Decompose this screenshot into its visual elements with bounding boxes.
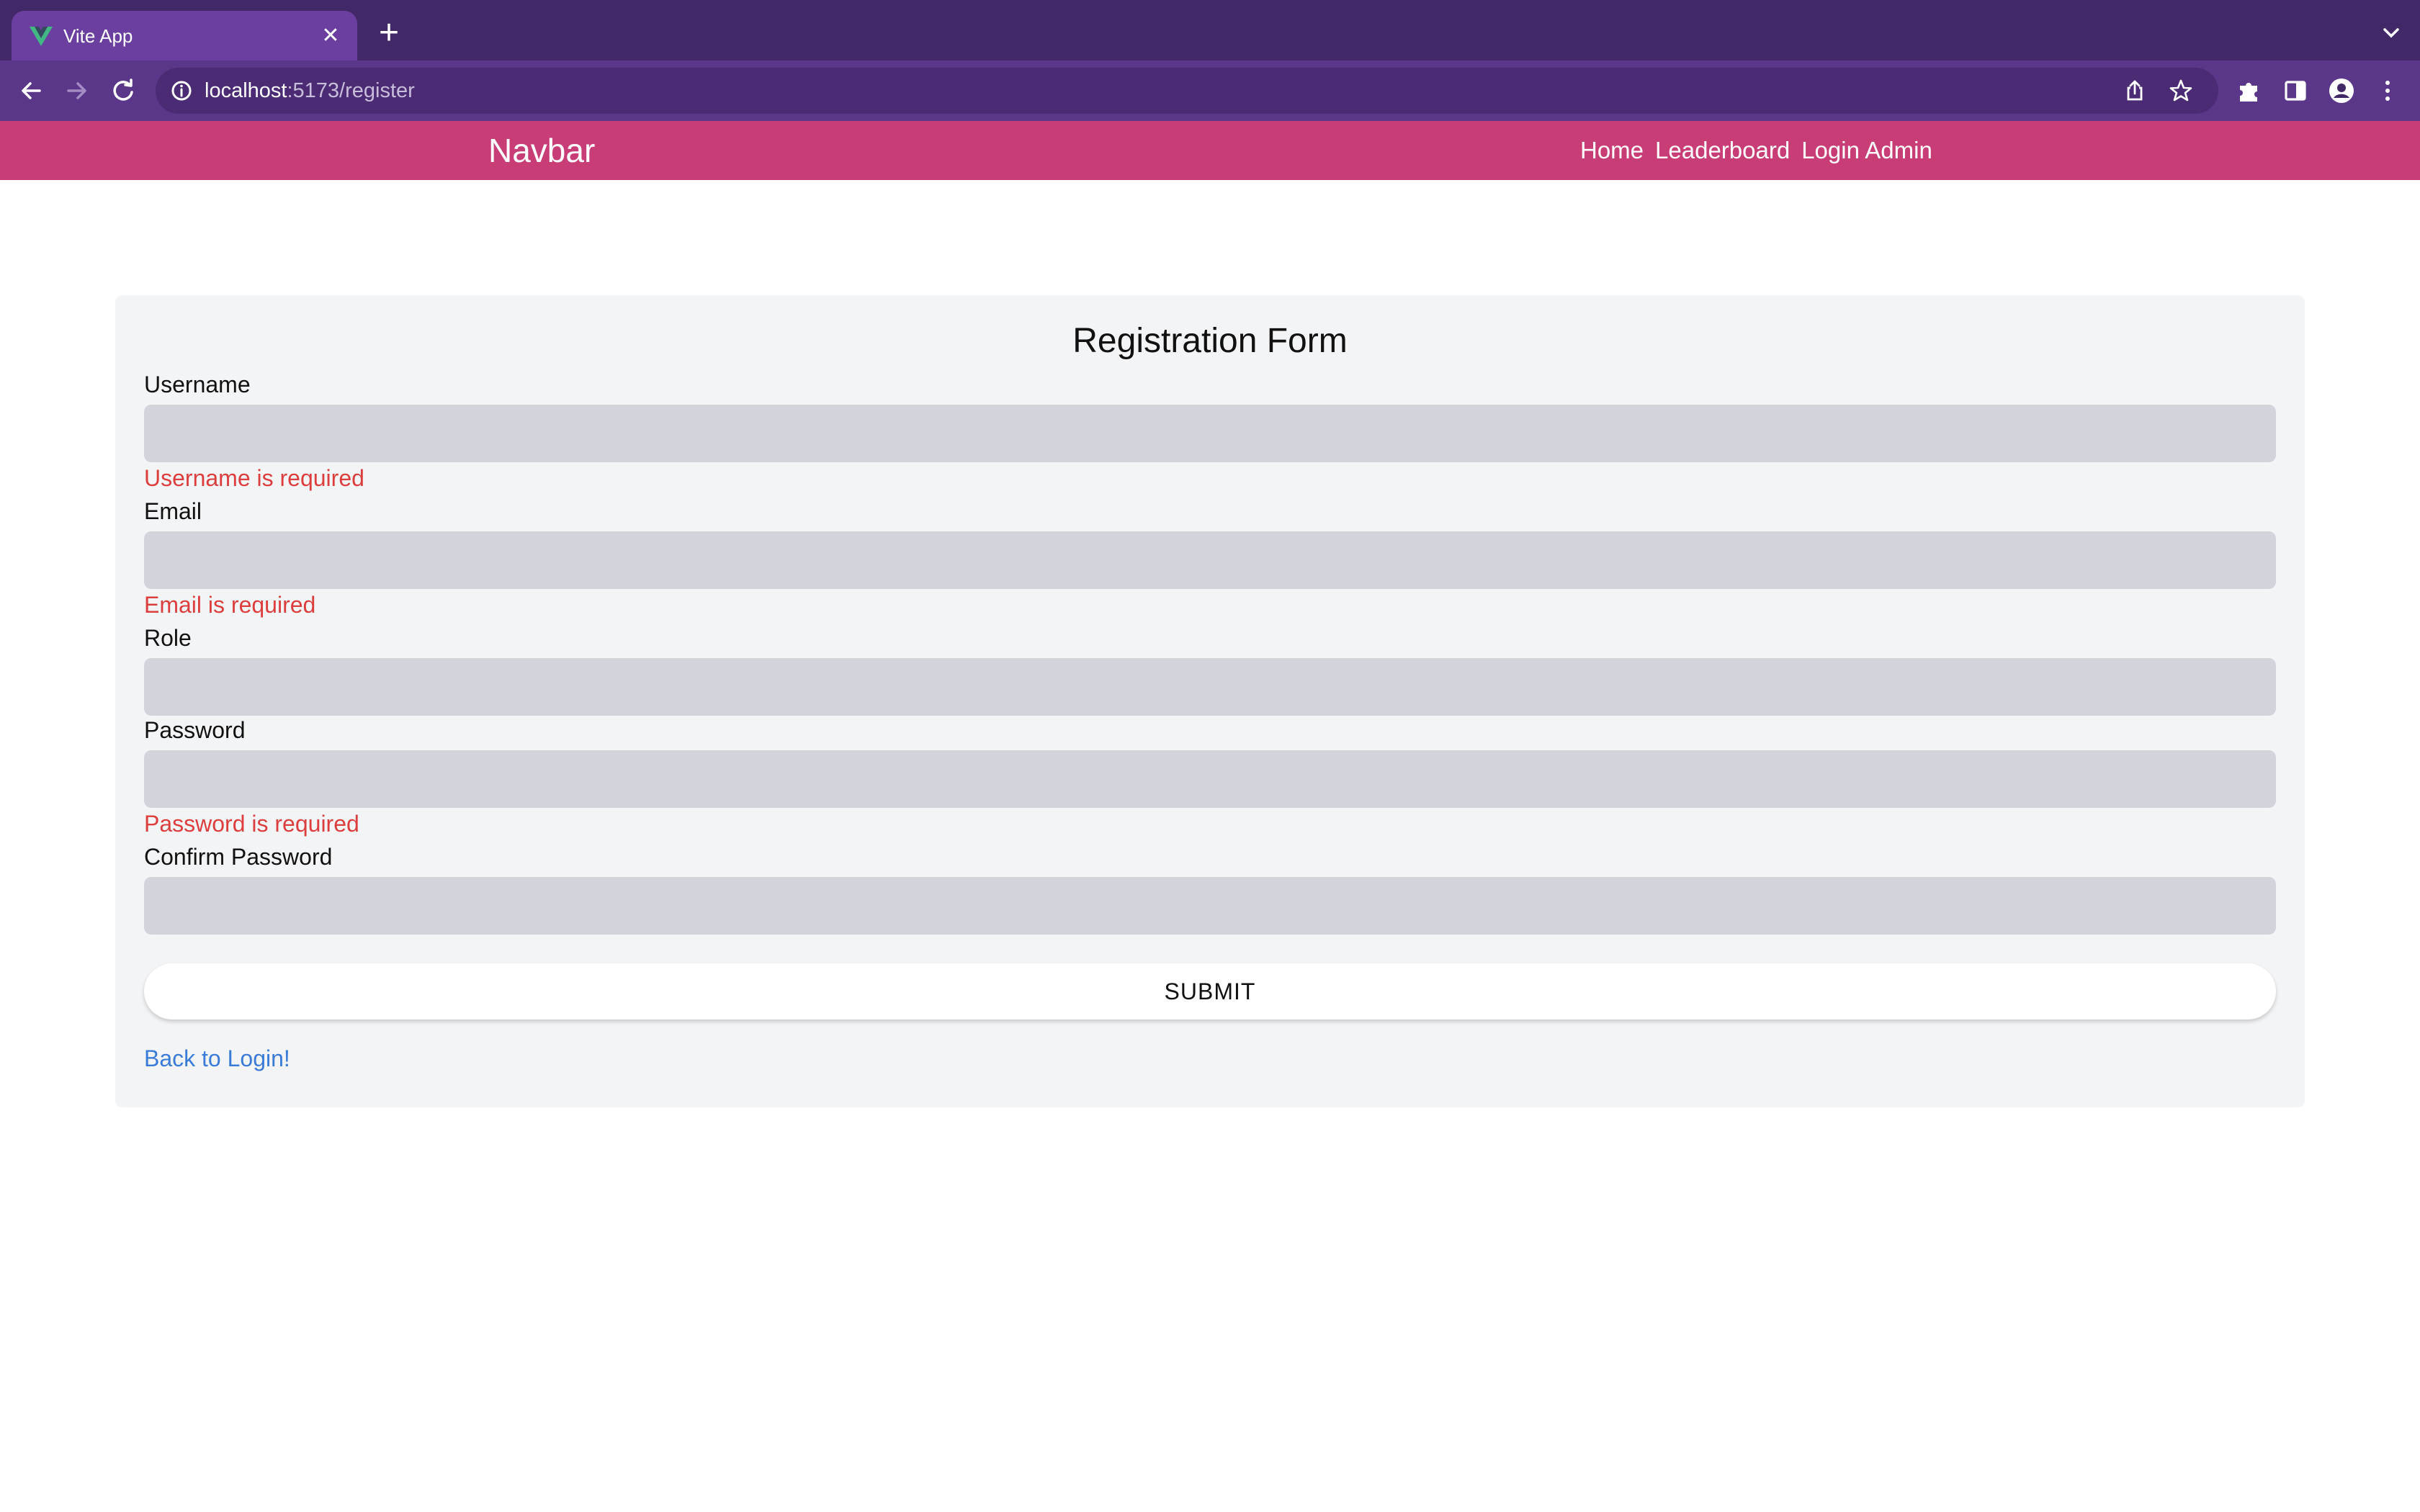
profile-icon[interactable]	[2326, 76, 2357, 106]
confirm-password-input[interactable]	[144, 877, 2276, 935]
role-label: Role	[144, 625, 192, 651]
submit-button[interactable]: SUBMIT	[144, 963, 2276, 1020]
username-input[interactable]	[144, 405, 2276, 462]
form-title: Registration Form	[1072, 322, 1348, 360]
back-arrow-icon[interactable]	[16, 76, 46, 106]
plus-icon[interactable]: +	[373, 16, 405, 50]
app-navbar: Navbar Home Leaderboard Login Admin	[0, 121, 2420, 180]
chevron-down-icon[interactable]	[2378, 20, 2404, 46]
reload-icon[interactable]	[108, 76, 138, 106]
browser-toolbar: localhost:5173/register	[0, 60, 2420, 121]
nav-link-home[interactable]: Home	[1580, 121, 1644, 180]
share-icon[interactable]	[2122, 78, 2148, 104]
password-input[interactable]	[144, 750, 2276, 808]
username-error: Username is required	[144, 465, 364, 491]
nav-link-leaderboard[interactable]: Leaderboard	[1655, 121, 1790, 180]
close-icon[interactable]: ✕	[317, 22, 344, 50]
password-error: Password is required	[144, 811, 359, 837]
url-text[interactable]: localhost:5173/register	[205, 68, 415, 114]
registration-card: Registration Form Username Username is r…	[115, 295, 2305, 1107]
forward-arrow-icon[interactable]	[62, 76, 92, 106]
username-label: Username	[144, 372, 251, 397]
nav-links: Home Leaderboard Login Admin	[1580, 121, 1932, 180]
address-bar[interactable]: localhost:5173/register	[156, 68, 2218, 114]
role-input[interactable]	[144, 658, 2276, 716]
navbar-brand[interactable]: Navbar	[488, 121, 595, 180]
url-host: localhost	[205, 79, 287, 102]
kebab-menu-icon[interactable]	[2372, 76, 2403, 106]
email-label: Email	[144, 498, 202, 524]
nav-link-login-admin[interactable]: Login Admin	[1801, 121, 1932, 180]
confirm-password-label: Confirm Password	[144, 844, 333, 870]
star-icon[interactable]	[2168, 78, 2194, 104]
email-error: Email is required	[144, 592, 316, 618]
info-icon[interactable]	[169, 78, 194, 104]
tab-title: Vite App	[63, 25, 133, 47]
side-panel-icon[interactable]	[2280, 76, 2311, 106]
url-path: :5173/register	[287, 79, 415, 102]
password-label: Password	[144, 717, 246, 743]
email-input[interactable]	[144, 531, 2276, 589]
browser-tabstrip: Vite App ✕ +	[0, 0, 2420, 60]
vite-logo-icon	[30, 27, 53, 46]
back-to-login-link[interactable]: Back to Login!	[144, 1045, 290, 1072]
browser-tab[interactable]: Vite App ✕	[12, 11, 357, 60]
puzzle-icon[interactable]	[2234, 76, 2264, 106]
